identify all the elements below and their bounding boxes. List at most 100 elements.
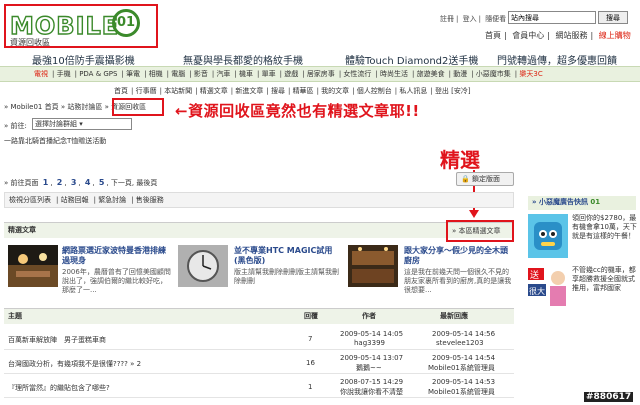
sub-nav: 首頁 | 行事曆 | 本站新聞 | 精選文章 | 新進文章 | 搜尋 | 精華區 | 我的文章… [114,87,471,95]
category-pda-gps[interactable]: PDA & GPS [79,70,117,78]
lock-layout-button[interactable]: 🔒 鎖定版面 [456,172,514,186]
browse-link[interactable]: 隨便看 [485,15,506,23]
topic-table-header: 主題 回覆 作者 最新回應 [4,308,514,324]
topic-latest-time: 2009-05-14 14:56 [432,330,496,338]
breadcrumb-site[interactable]: Mobile01 [11,103,43,111]
login-link[interactable]: 登入 [463,15,477,23]
table-row[interactable]: 百萬新車解放陣 男子蛋糕車商 7 2009-05-14 14:05 hag339… [4,328,514,350]
category-lifestyle[interactable]: 時尚生活 [380,70,408,78]
featured-more-highlight-box [446,220,514,242]
topic-latest-time: 2009-05-14 14:54 [432,354,496,362]
lock-icon: 🔒 [461,175,470,183]
topic-title[interactable]: 『理所當然』的繼貼包含了哪些? [8,383,110,393]
featured-title-1[interactable]: 網路票選近家波特曼香港排練過現身 [62,246,172,266]
col-replies: 回覆 [304,312,318,320]
category-car[interactable]: 汽車 [216,70,230,78]
toolbar-list[interactable]: 檢視分區列表 [9,196,51,204]
topic-latest-name[interactable]: Mobile01系統管理員 [428,387,495,397]
category-phone[interactable]: 手機 [57,70,71,78]
pager-page-3[interactable]: 3 [71,178,77,187]
subnav-control-panel[interactable]: 個人控制台 [357,87,392,95]
subnav-logout[interactable]: 登出 [安冷] [435,87,471,95]
category-av[interactable]: 影音 [194,70,208,78]
promo-link-phone[interactable]: 無憂與學長都愛的格紋手機 [183,52,303,67]
topic-author-name[interactable]: hag3399 [354,339,385,347]
category-home[interactable]: 居家房事 [307,70,335,78]
category-market[interactable]: 小惡魔市集 [476,70,511,78]
top-links: 註冊 | 登入 | 隨便看 [440,15,507,23]
register-link[interactable]: 註冊 [440,15,454,23]
featured-thumb-3[interactable] [348,245,398,287]
promo-link-number-port[interactable]: 門號轉過傳，超多優惠回饋 [497,52,617,67]
subnav-new-posts[interactable]: 新進文章 [235,87,263,95]
topic-latest-name[interactable]: Mobile01系統管理員 [428,363,495,373]
col-latest: 最新回應 [440,312,468,320]
pager-page-4[interactable]: 4 [85,178,91,187]
topic-author-time: 2009-05-14 14:05 [340,330,404,338]
activity-link[interactable]: 一路靠北騎首播紀念T恤贈送活動 [4,136,106,146]
sidebar-ad-header: » 小惡魔廣告快訊 01 [528,196,636,210]
topic-author-time: 2009-05-14 13:07 [340,354,404,362]
subnav-my-posts[interactable]: 我的文章 [321,87,349,95]
featured-header: 精選文章 [4,222,514,238]
pager-next[interactable]: 下一頁 [111,179,132,187]
featured-title-2[interactable]: 並不專業HTC MAGIC試用(黑色版) [234,246,344,266]
subnav-featured[interactable]: 精選文章 [200,87,228,95]
home-link[interactable]: 首頁 [485,31,501,40]
logo-highlight-box [4,4,158,48]
table-row[interactable]: 台灣國政分析，有幾項我不是很懂???? » 2 16 2009-05-14 13… [4,352,514,374]
topic-author-name[interactable]: 鵝鵝~~ [356,363,382,373]
table-row[interactable]: 『理所當然』的繼貼包含了哪些? 1 2008-07-15 14:29 你說我讓你… [4,376,514,398]
category-women[interactable]: 女性流行 [343,70,371,78]
breadcrumb-home[interactable]: 首頁 [45,103,59,111]
annotation-featured: 精選 [440,148,480,172]
featured-thumb-2[interactable] [178,245,228,287]
col-topic: 主題 [8,312,22,320]
promo-link-diamond2[interactable]: 體驗Touch Diamond2送手機 [345,52,478,67]
ad-mascot-image[interactable] [528,214,568,258]
category-anime[interactable]: 動漫 [453,70,467,78]
category-computer[interactable]: 電腦 [171,70,185,78]
featured-thumb-1[interactable] [8,245,58,287]
subnav-archive[interactable]: 精華區 [293,87,314,95]
site-services-link[interactable]: 網站服務 [556,31,588,40]
search-input[interactable] [508,11,596,24]
topic-replies: 1 [308,383,313,391]
pager-last[interactable]: 最後頁 [136,179,157,187]
category-motorcycle[interactable]: 機車 [239,70,253,78]
category-games[interactable]: 遊戲 [284,70,298,78]
category-tv[interactable]: 電視 [34,70,48,78]
category-notebook[interactable]: 筆電 [126,70,140,78]
breadcrumb-forum[interactable]: 站務討論區 [67,103,102,111]
subnav-search[interactable]: 搜尋 [271,87,285,95]
category-bicycle[interactable]: 單車 [262,70,276,78]
promo-link-camera[interactable]: 最強10倍防手震攝影機 [32,52,135,67]
ad-text-1[interactable]: 領回你的$2780，最有機會拿10萬，天下就是有這樣的午餐！ [572,214,638,241]
toolbar-report[interactable]: 站務回報 [61,196,89,204]
category-camera[interactable]: 相機 [149,70,163,78]
ad-text-2[interactable]: 不管幾cc的機車，都享超勝救援全國就式推用，富邦國家 [572,266,638,293]
pager-page-1[interactable]: 1 [43,178,49,187]
featured-title-3[interactable]: 跟大家分享～假少見的全木頭廚房 [404,246,514,266]
topic-title[interactable]: 台灣國政分析，有幾項我不是很懂???? » 2 [8,359,141,369]
subnav-calendar[interactable]: 行事曆 [136,87,157,95]
forum-group-select[interactable]: 選擇討論群組 ▾ [32,118,132,130]
ad-image-2[interactable]: 送 很大 [528,264,568,306]
member-center-link[interactable]: 會員中心 [512,31,544,40]
topic-author-name[interactable]: 你說我讓你看不清楚 [340,387,403,397]
pager-page-2[interactable]: 2 [57,178,63,187]
category-rakuten[interactable]: 樂天3C [519,70,542,78]
search-button[interactable]: 搜尋 [598,11,628,24]
breadcrumb-highlight-box [112,98,164,116]
subnav-news[interactable]: 本站新聞 [164,87,192,95]
online-shopping-link[interactable]: 線上購物 [599,31,631,40]
annotation-featured-in-recycle: ←資源回收區竟然也有精選文章耶!! [175,102,420,120]
pager-page-5[interactable]: 5 [99,178,105,187]
topic-latest-name[interactable]: stevelee1203 [436,339,484,347]
toolbar-urgent[interactable]: 緊急討論 [98,196,126,204]
subnav-home[interactable]: 首頁 [114,87,128,95]
subnav-messages[interactable]: 私人訊息 [399,87,427,95]
toolbar-service[interactable]: 售後服務 [136,196,164,204]
category-travel[interactable]: 旅遊美食 [417,70,445,78]
topic-title[interactable]: 百萬新車解放陣 男子蛋糕車商 [8,335,106,345]
